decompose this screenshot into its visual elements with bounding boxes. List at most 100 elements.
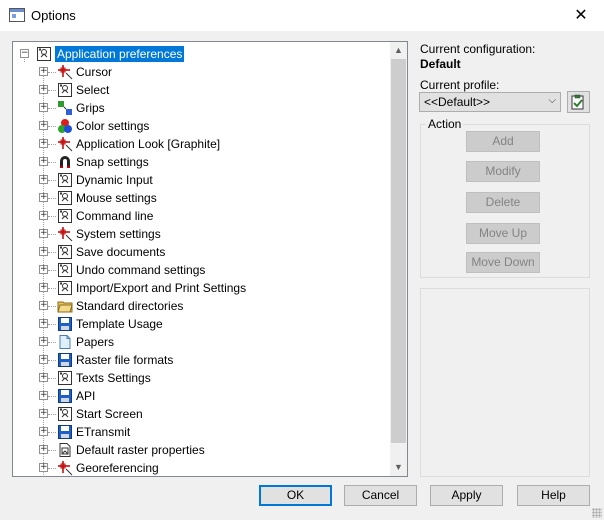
tree-scrollbar[interactable]: ▲ ▼	[390, 42, 407, 476]
action-group-title: Action	[426, 117, 464, 131]
expand-icon[interactable]: +	[39, 301, 48, 310]
tree-root-label: Application preferences	[55, 46, 185, 62]
expand-icon[interactable]: +	[39, 463, 48, 472]
tree-item[interactable]: + System settings	[13, 225, 393, 243]
tree-item[interactable]: + Cursor	[13, 63, 393, 81]
floppy-icon	[58, 389, 72, 403]
tree-item[interactable]: + Default raster properties	[13, 441, 393, 459]
tree-item[interactable]: + ETransmit	[13, 423, 393, 441]
expand-icon[interactable]: +	[39, 391, 48, 400]
tree-item[interactable]: + Mouse settings	[13, 189, 393, 207]
close-button[interactable]: ✕	[558, 0, 604, 31]
tree-item[interactable]: + Color settings	[13, 117, 393, 135]
expand-icon[interactable]: +	[39, 427, 48, 436]
floppy-icon	[58, 353, 72, 367]
tree-item-label: Papers	[76, 335, 115, 349]
scroll-down-arrow-icon[interactable]: ▼	[390, 459, 407, 476]
expand-icon[interactable]: +	[39, 139, 48, 148]
expand-icon[interactable]: +	[39, 337, 48, 346]
modify-button[interactable]: Modify	[466, 161, 540, 182]
folder-icon	[57, 301, 73, 313]
tree-item-label: Cursor	[76, 65, 113, 79]
raster-doc-icon	[59, 443, 71, 457]
tree-item[interactable]: + Select	[13, 81, 393, 99]
expand-icon[interactable]: +	[39, 355, 48, 364]
expand-icon[interactable]: +	[39, 283, 48, 292]
tree-item[interactable]: + Raster file formats	[13, 351, 393, 369]
tree-root-item[interactable]: − Application preferences	[13, 45, 393, 63]
tree-item[interactable]: + Georeferencing	[13, 459, 393, 476]
settings-gear-icon	[58, 173, 72, 187]
settings-gear-icon	[58, 83, 72, 97]
move-up-button[interactable]: Move Up	[466, 223, 540, 244]
tree-item[interactable]: + Texts Settings	[13, 369, 393, 387]
tree-item[interactable]: + Application Look [Graphite]	[13, 135, 393, 153]
expand-icon[interactable]: +	[39, 445, 48, 454]
current-configuration-value: Default	[420, 57, 461, 71]
tree-item[interactable]: + Dynamic Input	[13, 171, 393, 189]
current-configuration-label: Current configuration:	[420, 42, 536, 56]
preferences-tree[interactable]: − Application preferences + Cursor + Select…	[12, 41, 408, 477]
expand-icon[interactable]: +	[39, 265, 48, 274]
profile-manager-button[interactable]	[567, 91, 590, 113]
settings-gear-icon	[58, 281, 72, 295]
tree-item-label: Raster file formats	[76, 353, 174, 367]
window-title: Options	[31, 8, 76, 23]
cursor-icon	[58, 65, 73, 80]
expand-icon[interactable]: +	[39, 85, 48, 94]
description-panel	[420, 288, 590, 477]
tree-item-label: Undo command settings	[76, 263, 206, 277]
tree-item-label: Snap settings	[76, 155, 149, 169]
tree-item[interactable]: + Grips	[13, 99, 393, 117]
settings-gear-icon	[58, 263, 72, 277]
paper-icon	[59, 335, 71, 349]
resize-grip[interactable]	[592, 508, 602, 518]
tree-item[interactable]: + Standard directories	[13, 297, 393, 315]
expand-icon[interactable]: +	[39, 67, 48, 76]
tree-item-label: Import/Export and Print Settings	[76, 281, 247, 295]
tree-item-label: Color settings	[76, 119, 150, 133]
expand-icon[interactable]: +	[39, 211, 48, 220]
apply-button[interactable]: Apply	[430, 485, 503, 506]
expand-icon[interactable]: +	[39, 229, 48, 238]
tree-item-label: ETransmit	[76, 425, 131, 439]
collapse-icon[interactable]: −	[20, 49, 29, 58]
expand-icon[interactable]: +	[39, 193, 48, 202]
tree-item[interactable]: + Papers	[13, 333, 393, 351]
expand-icon[interactable]: +	[39, 409, 48, 418]
expand-icon[interactable]: +	[39, 157, 48, 166]
window-app-icon	[9, 8, 25, 22]
expand-icon[interactable]: +	[39, 121, 48, 130]
add-button[interactable]: Add	[466, 131, 540, 152]
tree-item-label: Georeferencing	[76, 461, 159, 475]
expand-icon[interactable]: +	[39, 373, 48, 382]
tree-item[interactable]: + Undo command settings	[13, 261, 393, 279]
chevron-down-icon: ⌵	[548, 95, 556, 106]
cancel-button[interactable]: Cancel	[344, 485, 417, 506]
profile-select[interactable]: <<Default>> ⌵	[419, 92, 561, 112]
tree-item[interactable]: + Import/Export and Print Settings	[13, 279, 393, 297]
expand-icon[interactable]: +	[39, 103, 48, 112]
tree-item[interactable]: + Snap settings	[13, 153, 393, 171]
tree-item[interactable]: + Template Usage	[13, 315, 393, 333]
ok-button[interactable]: OK	[259, 485, 332, 506]
tree-item-label: Mouse settings	[76, 191, 157, 205]
tree-item-label: Standard directories	[76, 299, 184, 313]
expand-icon[interactable]: +	[39, 247, 48, 256]
tree-item[interactable]: + Save documents	[13, 243, 393, 261]
tree-item-label: Template Usage	[76, 317, 163, 331]
settings-gear-icon	[58, 371, 72, 385]
scroll-thumb[interactable]	[391, 59, 406, 443]
tree-item[interactable]: + API	[13, 387, 393, 405]
tree-item[interactable]: + Command line	[13, 207, 393, 225]
expand-icon[interactable]: +	[39, 319, 48, 328]
scroll-up-arrow-icon[interactable]: ▲	[390, 42, 407, 59]
move-down-button[interactable]: Move Down	[466, 252, 540, 273]
settings-gear-icon	[58, 245, 72, 259]
help-button[interactable]: Help	[517, 485, 590, 506]
tree-item-label: System settings	[76, 227, 161, 241]
expand-icon[interactable]: +	[39, 175, 48, 184]
settings-gear-icon	[37, 47, 51, 61]
tree-item[interactable]: + Start Screen	[13, 405, 393, 423]
delete-button[interactable]: Delete	[466, 192, 540, 213]
